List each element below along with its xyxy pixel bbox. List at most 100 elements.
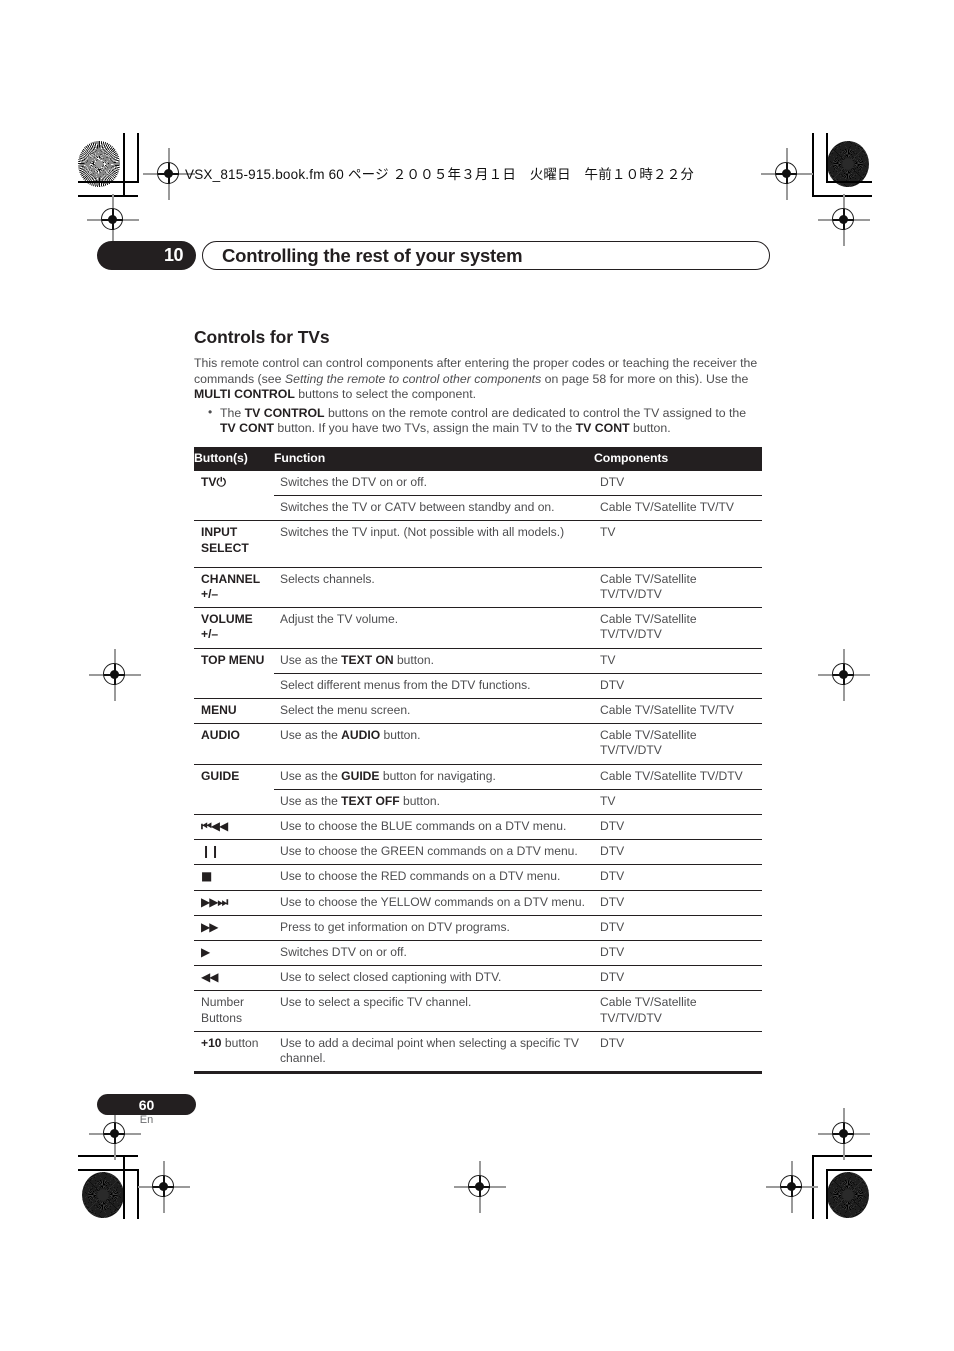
list-item: The TV CONTROL buttons on the remote con… <box>208 405 762 437</box>
bullet-bold-tv-control: TV CONTROL <box>244 405 325 420</box>
table-cell-components: DTV <box>594 1030 762 1072</box>
table-body: TV⏻ Switches the DTV on or off. DTV Switche… <box>194 469 762 1072</box>
crop-mark-top-left-h <box>78 195 138 197</box>
previous-track-icon: ⏮◀◀ <box>201 819 228 834</box>
table-cell-components: Cable TV/Satellite TV/TV/DTV <box>594 723 762 765</box>
function-text-pre: Use as the <box>280 793 342 808</box>
star-target-mark-bottom-left <box>82 1172 124 1218</box>
function-text-bold: TEXT OFF <box>341 793 400 808</box>
table-cell-function: Adjust the TV volume. <box>274 607 594 649</box>
bullet-bold-tv-cont-1: TV CONT <box>220 421 274 436</box>
play-icon: ▶ <box>201 945 210 960</box>
intro-paragraph: This remote control can control componen… <box>194 356 762 403</box>
registration-mark-upper-right <box>818 194 870 246</box>
table-cell-function: Use as the GUIDE button for navigating. <box>274 763 594 790</box>
crop-mark-bottom-right-h <box>812 1155 872 1157</box>
table-cell-button: TOP MENU <box>194 647 274 674</box>
crop-mark-bottom-left-v2 <box>137 1169 139 1219</box>
function-text-post: button. <box>393 652 434 667</box>
table-cell-function: Select the menu screen. <box>274 698 594 724</box>
table-cell-button-label: GUIDE <box>201 768 240 783</box>
table-row: +10 button Use to add a decimal point whe… <box>194 1030 762 1072</box>
fast-forward-icon: ▶▶ <box>201 919 218 934</box>
function-text-post: button for navigating. <box>379 768 496 783</box>
crop-mark-top-right-v2 <box>826 133 828 183</box>
table-cell-function: Selects channels. <box>274 566 594 608</box>
column-header-buttons: Button(s) <box>194 447 274 471</box>
table-cell-function: Use to choose the RED commands on a DTV … <box>274 864 594 891</box>
table-cell-function: Use to choose the GREEN commands on a DT… <box>274 839 594 865</box>
table-cell-function: Use to add a decimal point when selectin… <box>274 1030 594 1072</box>
table-cell-components: TV <box>594 647 762 674</box>
table-cell-function: Switches the DTV on or off. <box>274 469 594 496</box>
table-header-row: Button(s) Function Components <box>194 447 762 471</box>
function-text-post: button. <box>380 728 421 743</box>
table-row: Select different menus from the DTV func… <box>194 672 762 699</box>
table-cell-function: Use as the TEXT OFF button. <box>274 788 594 815</box>
column-header-function: Function <box>274 447 594 471</box>
table-cell-button: ⏮◀◀ <box>194 814 274 840</box>
chapter-number: 10 <box>97 241 196 270</box>
crop-mark-top-left-h2 <box>78 181 138 183</box>
table-cell-button: ▶▶⏭ <box>194 889 274 916</box>
table-cell-button: MENU <box>194 698 274 724</box>
table-cell-button-label: MENU <box>201 703 237 718</box>
table-cell-components: Cable TV/Satellite TV/TV <box>594 698 762 724</box>
table-row: ■ Use to choose the RED commands on a DTV… <box>194 864 762 891</box>
table-row: CHANNEL +/– Selects channels. Cable TV/Sate… <box>194 566 762 608</box>
document-header-line: VSX_815-915.book.fm 60 ページ ２００５年３月１日 火曜日… <box>185 167 695 182</box>
table-cell-button-label: +/– <box>201 587 219 602</box>
table-cell-button: GUIDE <box>194 763 274 790</box>
table-cell-function: Use to choose the BLUE commands on a DTV… <box>274 814 594 840</box>
table-cell-button-label: INPUT <box>201 525 238 540</box>
registration-mark-top-right <box>761 148 813 200</box>
table-cell-components: TV <box>594 520 762 568</box>
table-row: TOP MENU Use as the TEXT ON button. TV <box>194 647 762 674</box>
table-cell-components: Cable TV/Satellite TV/TV/DTV <box>594 607 762 649</box>
table-row: Use as the TEXT OFF button. TV <box>194 788 762 815</box>
table-row: Number Buttons Use to select a specific TV… <box>194 990 762 1032</box>
function-text-bold: AUDIO <box>341 728 381 743</box>
power-standby-icon: ⏻ <box>216 475 225 489</box>
table-cell-button: +10 button <box>194 1030 274 1072</box>
function-text-bold: GUIDE <box>341 768 380 783</box>
registration-mark-upper-left <box>87 194 139 246</box>
table-cell-components: DTV <box>594 965 762 991</box>
table-cell-components: DTV <box>594 864 762 891</box>
table-cell-button: INPUT SELECT <box>194 520 274 568</box>
table-cell-button: TV⏻ <box>194 469 274 496</box>
table-cell-button-label: SELECT <box>201 540 249 555</box>
chapter-title: Controlling the rest of your system <box>202 241 770 270</box>
registration-mark-bottom-left <box>138 1161 190 1213</box>
function-text-pre: Use as the <box>280 728 342 743</box>
registration-mark-bottom-right <box>766 1161 818 1213</box>
bullet-text-2: buttons on the remote control are dedica… <box>324 405 747 420</box>
table-cell-button: CHANNEL +/– <box>194 566 274 608</box>
chapter-banner: 10 Controlling the rest of your system <box>97 241 770 270</box>
registration-mark-top-left <box>143 148 195 200</box>
crop-mark-top-right-h2 <box>826 181 872 183</box>
table-cell-button: ▶▶ <box>194 914 274 941</box>
table-cell-button-label: VOLUME <box>201 612 253 627</box>
table-cell-button: AUDIO <box>194 723 274 765</box>
function-text-bold: TEXT ON <box>341 652 394 667</box>
table-cell-button <box>194 673 274 698</box>
table-header: Button(s) Function Components <box>194 447 762 471</box>
crop-mark-bottom-left-h2 <box>78 1169 138 1171</box>
table-row: ▶ Switches DTV on or off. DTV <box>194 940 762 966</box>
table-cell-function: Use as the AUDIO button. <box>274 723 594 765</box>
table-cell-function: Use to choose the YELLOW commands on a D… <box>274 889 594 916</box>
table-cell-components: Cable TV/Satellite TV/TV/DTV <box>594 990 762 1032</box>
table-cell-button: ■ <box>194 864 274 891</box>
table-cell-components: DTV <box>594 814 762 840</box>
stop-icon: ■ <box>201 869 212 884</box>
table-cell-function: Switches the TV or CATV between standby … <box>274 495 594 521</box>
crop-mark-bottom-left-v <box>123 1155 125 1219</box>
registration-mark-lower-right <box>818 1108 870 1160</box>
table-cell-components: Cable TV/Satellite TV/TV <box>594 495 762 521</box>
page-title: Controls for TVs <box>194 327 330 347</box>
table-cell-components: DTV <box>594 914 762 941</box>
crop-mark-top-right-v <box>812 133 814 197</box>
table-row: ❙❙ Use to choose the GREEN commands on a … <box>194 839 762 865</box>
bullet-bold-tv-cont-2: TV CONT <box>575 421 630 436</box>
